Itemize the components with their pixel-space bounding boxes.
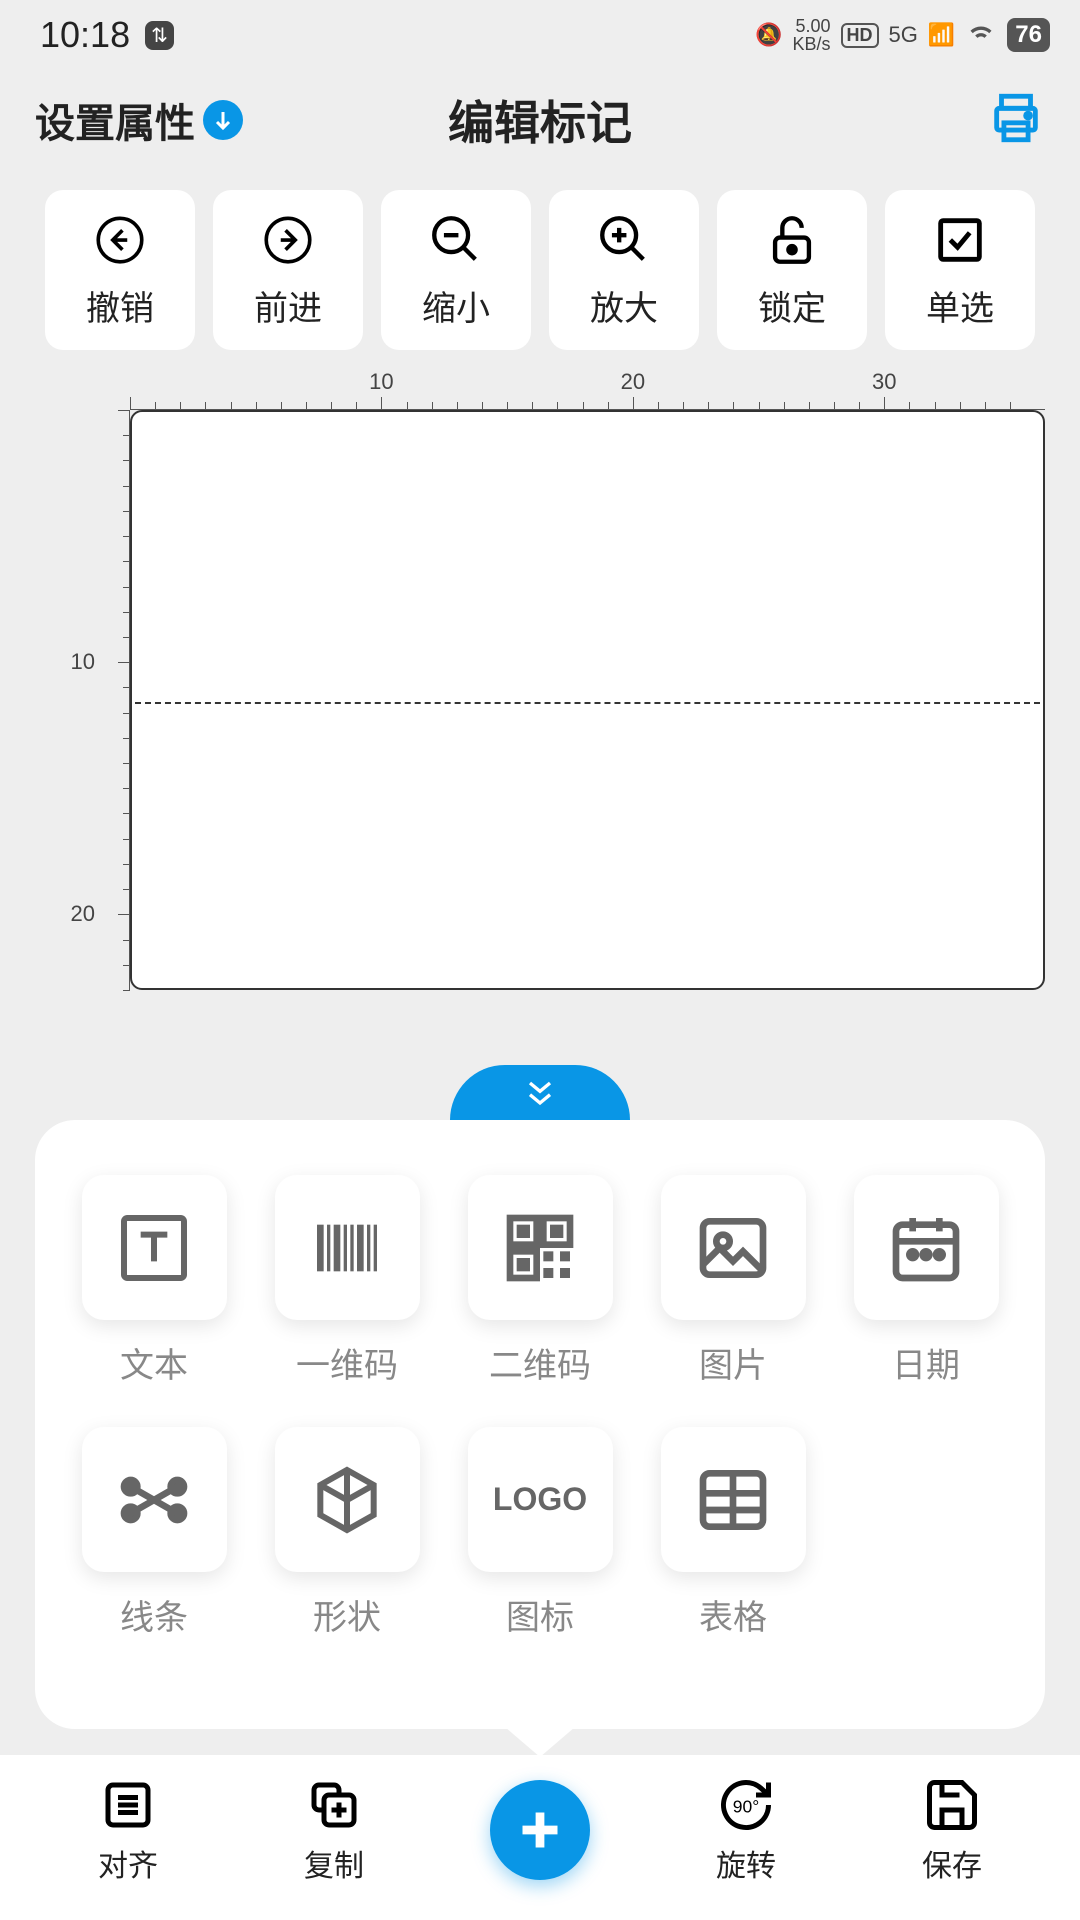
line-icon [114, 1460, 194, 1540]
table-label: 表格 [699, 1590, 767, 1639]
date-label: 日期 [892, 1338, 960, 1387]
plus-icon [490, 1780, 590, 1880]
bottom-bar: 对齐 复制 90° 旋转 保存 [0, 1755, 1080, 1920]
add-button[interactable] [460, 1780, 620, 1880]
zoom-out-button[interactable]: 缩小 [381, 190, 531, 350]
chevron-double-down-icon [520, 1078, 560, 1108]
print-button[interactable] [987, 89, 1045, 152]
shape-label: 形状 [313, 1590, 381, 1639]
logo-icon: LOGO [493, 1481, 587, 1518]
save-button[interactable]: 保存 [872, 1775, 1032, 1885]
insert-panel: 文本 一维码 二维码 图片 日期 线条 形状 LOGO 图标 [35, 1120, 1045, 1729]
logo-label: 图标 [506, 1590, 574, 1639]
insert-barcode-button[interactable]: 一维码 [263, 1175, 431, 1387]
zoom-in-label: 放大 [590, 281, 658, 330]
wifi-icon [965, 16, 997, 54]
copy-button[interactable]: 复制 [254, 1775, 414, 1885]
rotate-label: 旋转 [716, 1841, 776, 1885]
align-icon [98, 1775, 158, 1835]
redo-icon [259, 211, 317, 269]
ruler-horizontal: 102030 [130, 380, 1045, 410]
status-bar: 10:18 ⇅ 🔕 5.00KB/s HD 5G 📶 76 [0, 0, 1080, 70]
unlock-icon [763, 211, 821, 269]
align-button[interactable]: 对齐 [48, 1775, 208, 1885]
status-time: 10:18 [40, 14, 130, 56]
undo-label: 撤销 [86, 281, 154, 330]
insert-logo-button[interactable]: LOGO 图标 [456, 1427, 624, 1639]
zoom-in-icon [595, 211, 653, 269]
lock-button[interactable]: 锁定 [717, 190, 867, 350]
text-icon [114, 1208, 194, 1288]
insert-image-button[interactable]: 图片 [649, 1175, 817, 1387]
copy-label: 复制 [304, 1841, 364, 1885]
toolbar: 撤销 前进 缩小 放大 锁定 单选 [0, 170, 1080, 380]
insert-text-button[interactable]: 文本 [70, 1175, 238, 1387]
redo-label: 前进 [254, 281, 322, 330]
undo-button[interactable]: 撤销 [45, 190, 195, 350]
save-label: 保存 [922, 1841, 982, 1885]
insert-qrcode-button[interactable]: 二维码 [456, 1175, 624, 1387]
signal-icon: 📶 [928, 22, 955, 48]
battery-icon: 76 [1007, 18, 1050, 52]
align-label: 对齐 [98, 1841, 158, 1885]
chevron-down-icon [203, 100, 243, 140]
redo-button[interactable]: 前进 [213, 190, 363, 350]
calendar-icon [886, 1208, 966, 1288]
select-label: 单选 [926, 281, 994, 330]
hd-icon: HD [841, 23, 879, 48]
barcode-label: 一维码 [296, 1338, 398, 1387]
rotate-icon: 90° [716, 1775, 776, 1835]
header: 设置属性 编辑标记 [0, 70, 1080, 170]
cube-icon [307, 1460, 387, 1540]
settings-button[interactable]: 设置属性 [35, 91, 243, 149]
insert-date-button[interactable]: 日期 [842, 1175, 1010, 1387]
zoom-out-label: 缩小 [422, 281, 490, 330]
rotate-button[interactable]: 90° 旋转 [666, 1775, 826, 1885]
lock-label: 锁定 [758, 281, 826, 330]
line-label: 线条 [120, 1590, 188, 1639]
settings-label: 设置属性 [35, 91, 195, 149]
qrcode-label: 二维码 [489, 1338, 591, 1387]
table-icon [693, 1460, 773, 1540]
panel-pointer [505, 1727, 575, 1757]
collapse-handle[interactable] [450, 1065, 630, 1120]
image-label: 图片 [699, 1338, 767, 1387]
mute-icon: 🔕 [755, 22, 782, 48]
select-button[interactable]: 单选 [885, 190, 1035, 350]
undo-icon [91, 211, 149, 269]
save-icon [922, 1775, 982, 1835]
guide-line [135, 702, 1040, 704]
insert-shape-button[interactable]: 形状 [263, 1427, 431, 1639]
checkbox-icon [931, 211, 989, 269]
image-icon [693, 1208, 773, 1288]
zoom-in-button[interactable]: 放大 [549, 190, 699, 350]
insert-line-button[interactable]: 线条 [70, 1427, 238, 1639]
page-title: 编辑标记 [448, 87, 632, 153]
canvas[interactable] [130, 410, 1045, 990]
zoom-out-icon [427, 211, 485, 269]
network-icon: 5G [889, 22, 918, 48]
insert-table-button[interactable]: 表格 [649, 1427, 817, 1639]
svg-text:90°: 90° [733, 1797, 759, 1817]
text-label: 文本 [120, 1338, 188, 1387]
ruler-vertical: 1020 [35, 410, 130, 990]
qrcode-icon [500, 1208, 580, 1288]
barcode-icon [307, 1208, 387, 1288]
canvas-area: 102030 1020 [0, 380, 1080, 990]
copy-icon [304, 1775, 364, 1835]
status-indicators: 🔕 5.00KB/s HD 5G 📶 76 [755, 16, 1050, 54]
usb-icon: ⇅ [145, 21, 174, 50]
